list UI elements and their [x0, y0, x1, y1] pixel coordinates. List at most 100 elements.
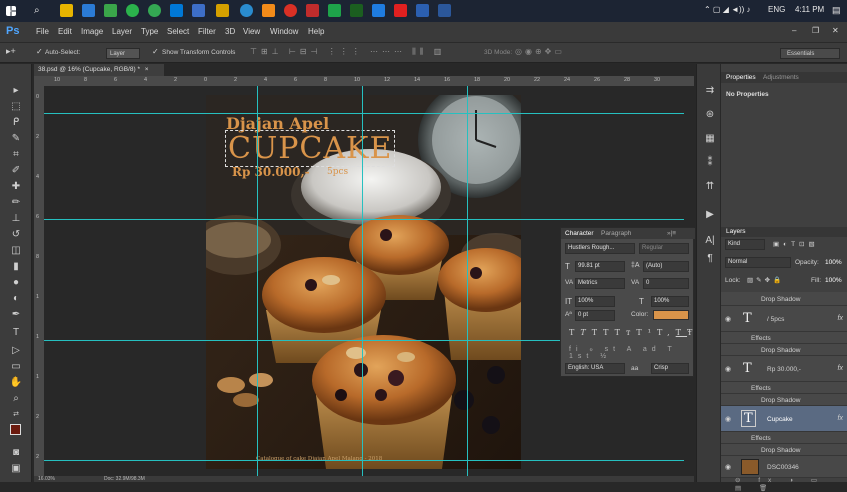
layer-kind-filter[interactable]: Kind [725, 239, 765, 250]
menu-help[interactable]: Help [308, 27, 324, 36]
app-icon[interactable] [372, 4, 385, 17]
layer-effect-row[interactable]: Drop Shadow [721, 444, 847, 456]
eyedropper-tool-icon[interactable]: ✐ [8, 164, 24, 177]
layer-effects-row[interactable]: Effects [721, 382, 847, 394]
footer-text[interactable]: Catalogue of cake Djajan Apel Malang - 2… [256, 456, 382, 462]
guide-vertical[interactable] [257, 86, 258, 476]
fx-icon[interactable]: fx [838, 315, 843, 322]
checkbox-icon[interactable]: ✓ [36, 47, 43, 56]
menu-view[interactable]: View [243, 27, 260, 36]
photoshop-taskbar-icon[interactable] [416, 4, 429, 17]
tray-icons[interactable]: ⌃ ▢ ◢ ◄)) ♪ [704, 5, 751, 14]
tab-character[interactable]: Character [565, 230, 594, 237]
layer-filter-icons[interactable]: ▣◐T⊡▧ [773, 240, 819, 248]
marquee-tool-icon[interactable]: ⬚ [8, 100, 24, 113]
move-tool-icon[interactable]: ▸+ [6, 46, 16, 57]
cupcake-title-text[interactable]: CUPCAKE [224, 130, 396, 167]
menu-image[interactable]: Image [81, 27, 103, 36]
lock-icons[interactable]: ▨✎✥🔒 [747, 276, 784, 284]
menu-filter[interactable]: Filter [198, 27, 216, 36]
baseline-field[interactable]: 0 pt [575, 310, 615, 321]
layer-footer-icons[interactable]: ⊖ fx ◑ ▭ ▤ 🗑 [735, 476, 847, 492]
path-select-tool-icon[interactable]: ▷ [8, 344, 24, 357]
guide-horizontal[interactable] [44, 219, 684, 220]
document-tab[interactable]: 38.psd @ 16% (Cupcake, RGB/8) * × [34, 64, 164, 76]
app-icon[interactable] [350, 4, 363, 17]
foreground-color-swatch[interactable] [10, 424, 21, 435]
layer-row-image[interactable]: ◉ DSC00346 [721, 456, 847, 478]
fill-value[interactable]: 100% [825, 277, 842, 284]
blend-mode-dropdown[interactable]: Normal [725, 257, 791, 268]
swatches-icon[interactable]: ▦ [702, 132, 718, 145]
clock[interactable]: 4:11 PM [795, 5, 824, 14]
opentype-buttons[interactable]: fi ℴ st A ad T 1st ½ [569, 345, 693, 360]
character-icon[interactable]: A| [702, 234, 718, 247]
fx-icon[interactable]: fx [838, 415, 843, 422]
play-icon[interactable]: ▶ [702, 208, 718, 221]
checkbox-icon[interactable]: ✓ [152, 47, 159, 56]
3d-icon[interactable]: ⊛ [702, 108, 718, 121]
layer-effect-row[interactable]: Drop Shadow [721, 292, 847, 306]
quick-select-tool-icon[interactable]: ✎ [8, 132, 24, 145]
guide-vertical[interactable] [362, 86, 363, 476]
whatsapp-icon[interactable] [126, 4, 139, 17]
align-buttons[interactable]: ⊤⊞⊥ ⊢⊟⊣ ⋮⋮⋮ ⋯⋯⋯ ⫼⫼ ▥ [250, 47, 445, 57]
default-colors-icon[interactable]: ⇄ [8, 408, 24, 421]
layer-row-cupcake-selected[interactable]: ◉ T Cupcake fx [721, 406, 847, 432]
text-color-swatch[interactable] [653, 310, 689, 320]
antialias-dropdown[interactable]: Crisp [651, 363, 689, 374]
layer-effect-row[interactable]: Drop Shadow [721, 344, 847, 356]
style-buttons[interactable]: TTTTTтT¹T,TŦ [569, 328, 698, 337]
panel-menu-icon[interactable]: »|≡ [667, 230, 676, 237]
tracking-field[interactable]: 0 [643, 278, 689, 289]
screen-mode-icon[interactable]: ▣ [8, 462, 24, 475]
eye-icon[interactable]: ◉ [725, 315, 731, 323]
zoom-tool-icon[interactable]: ⌕ [8, 392, 24, 405]
menu-window[interactable]: Window [270, 27, 298, 36]
lasso-tool-icon[interactable]: ᑭ [8, 116, 24, 129]
brush-tool-icon[interactable]: ✏ [8, 196, 24, 209]
properties-icon[interactable]: ⁑ [702, 156, 718, 169]
eraser-tool-icon[interactable]: ◫ [8, 244, 24, 257]
file-explorer-icon[interactable] [60, 4, 73, 17]
windows-icon[interactable] [6, 6, 16, 16]
horizontal-scale-field[interactable]: 100% [651, 296, 689, 307]
app-icon[interactable] [170, 4, 183, 17]
hand-tool-icon[interactable]: ✋ [8, 376, 24, 389]
chrome-icon[interactable] [148, 4, 161, 17]
search-icon[interactable]: ⌕ [34, 5, 40, 16]
restore-button[interactable]: ❐ [812, 26, 819, 35]
minimize-button[interactable]: – [792, 26, 796, 35]
move-tool-icon[interactable]: ▸ [8, 84, 24, 97]
leading-field[interactable]: (Auto) [643, 261, 689, 272]
menu-type[interactable]: Type [141, 27, 158, 36]
layer-effects-row[interactable]: Effects [721, 432, 847, 444]
tab-paragraph[interactable]: Paragraph [601, 230, 631, 237]
close-icon[interactable]: × [145, 66, 149, 73]
word-icon[interactable] [438, 4, 451, 17]
layer-row-price[interactable]: ◉ T Rp 30.000,- fx [721, 356, 847, 382]
menu-layer[interactable]: Layer [112, 27, 132, 36]
horizontal-ruler[interactable]: 10 8 6 4 2 0 2 4 6 8 10 12 14 16 18 20 22 24 26 28 30 [34, 76, 694, 86]
app-icon[interactable] [394, 4, 407, 17]
app-icon[interactable] [328, 4, 341, 17]
eye-icon[interactable]: ◉ [725, 365, 731, 373]
type-tool-icon[interactable]: T [8, 326, 24, 339]
zoom-level[interactable]: 16.03% [38, 476, 55, 482]
auto-select-dropdown[interactable]: Layer [106, 48, 140, 59]
gradient-tool-icon[interactable]: ▮ [8, 260, 24, 273]
tab-properties[interactable]: Properties [726, 74, 756, 81]
history-icon[interactable]: ⇉ [702, 84, 718, 97]
tab-adjustments[interactable]: Adjustments [763, 74, 799, 81]
close-button[interactable]: ✕ [832, 26, 839, 35]
history-brush-icon[interactable]: ↺ [8, 228, 24, 241]
font-style-dropdown[interactable]: Regular [639, 243, 689, 254]
kerning-field[interactable]: Metrics [575, 278, 625, 289]
menu-select[interactable]: Select [167, 27, 189, 36]
app-icon[interactable] [192, 4, 205, 17]
document-canvas[interactable]: Djajan Apel CUPCAKE Rp 30.000,- 5pcs Cat… [206, 95, 521, 469]
opacity-value[interactable]: 100% [825, 259, 842, 266]
app-icon[interactable] [240, 4, 253, 17]
layer-effects-row[interactable]: Effects [721, 332, 847, 344]
quick-mask-icon[interactable]: ◙ [8, 446, 24, 459]
